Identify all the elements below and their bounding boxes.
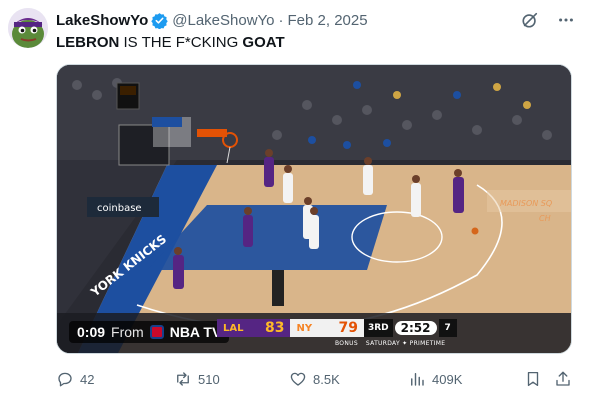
team2-abbr: NY bbox=[290, 319, 333, 337]
retweet-button[interactable]: 510 bbox=[174, 370, 220, 388]
bookmark-icon bbox=[527, 371, 539, 387]
center-logo-text: CH bbox=[539, 214, 551, 223]
avatar-image bbox=[8, 8, 48, 48]
reply-icon bbox=[58, 372, 72, 387]
nba-logo-icon bbox=[149, 325, 164, 339]
retweet-count: 510 bbox=[198, 371, 220, 387]
scorebug-subline: BONUS SATURDAY ✦ PRIMETIME bbox=[335, 340, 445, 347]
bookmark-button[interactable] bbox=[524, 370, 542, 388]
video-time-badge: 0:09 From NBA TV bbox=[69, 321, 230, 343]
video-elapsed-time: 0:09 bbox=[77, 324, 106, 340]
like-button[interactable]: 8.5K bbox=[289, 370, 340, 388]
display-name[interactable]: LakeShowYo bbox=[56, 12, 148, 29]
separator-dot: · bbox=[278, 11, 284, 29]
reply-count: 42 bbox=[80, 371, 95, 387]
views-count: 409K bbox=[432, 371, 463, 387]
user-handle[interactable]: @LakeShowYo bbox=[172, 12, 274, 29]
tweet-text-part-2: IS THE F*CKING bbox=[119, 34, 243, 51]
tweet-actions: 42 510 8.5K 409K bbox=[56, 368, 572, 390]
team1-abbr: LAL bbox=[217, 319, 259, 337]
share-icon bbox=[556, 371, 570, 386]
views-button[interactable]: 409K bbox=[408, 370, 462, 388]
heart-icon bbox=[290, 372, 306, 386]
broadcast-label: SATURDAY ✦ PRIMETIME bbox=[365, 340, 446, 347]
more-icon[interactable] bbox=[557, 11, 575, 29]
quarter: 3RD bbox=[363, 319, 393, 337]
right-wall-text: MADISON SQ bbox=[500, 199, 552, 208]
video-player[interactable]: MADISON SQ CH YORK KNICKS coinbase 0:09 … bbox=[56, 64, 572, 354]
views-icon bbox=[411, 373, 424, 386]
header-actions bbox=[521, 11, 575, 29]
video-frame: MADISON SQ CH YORK KNICKS coinbase bbox=[57, 65, 571, 353]
grok-icon[interactable] bbox=[521, 11, 539, 29]
team1-score: 83 bbox=[259, 319, 291, 337]
team2-score: 79 bbox=[332, 319, 364, 337]
shot-clock: 7 bbox=[438, 319, 457, 337]
retweet-icon bbox=[177, 372, 189, 386]
tweet-text-part-3: GOAT bbox=[242, 34, 285, 51]
sponsor-text: coinbase bbox=[97, 203, 142, 214]
game-clock: 2:52 bbox=[394, 321, 437, 335]
tweet-text-part-1: LEBRON bbox=[56, 34, 120, 51]
reply-button[interactable]: 42 bbox=[56, 370, 94, 388]
tweet-header: LakeShowYo @LakeShowYo · Feb 2, 2025 bbox=[56, 10, 575, 30]
share-button[interactable] bbox=[554, 370, 572, 388]
verified-badge-icon bbox=[151, 12, 168, 29]
like-count: 8.5K bbox=[313, 371, 340, 387]
tweet-date[interactable]: Feb 2, 2025 bbox=[288, 12, 368, 29]
scorebug: LAL 83 NY 79 3RD 2:52 7 bbox=[217, 319, 457, 337]
bonus-label: BONUS bbox=[335, 340, 358, 347]
tweet-text: LEBRON IS THE F*CKING GOAT bbox=[56, 34, 285, 51]
source-from-label: From bbox=[111, 324, 144, 340]
source-network[interactable]: NBA TV bbox=[170, 324, 222, 340]
avatar[interactable] bbox=[8, 8, 48, 48]
